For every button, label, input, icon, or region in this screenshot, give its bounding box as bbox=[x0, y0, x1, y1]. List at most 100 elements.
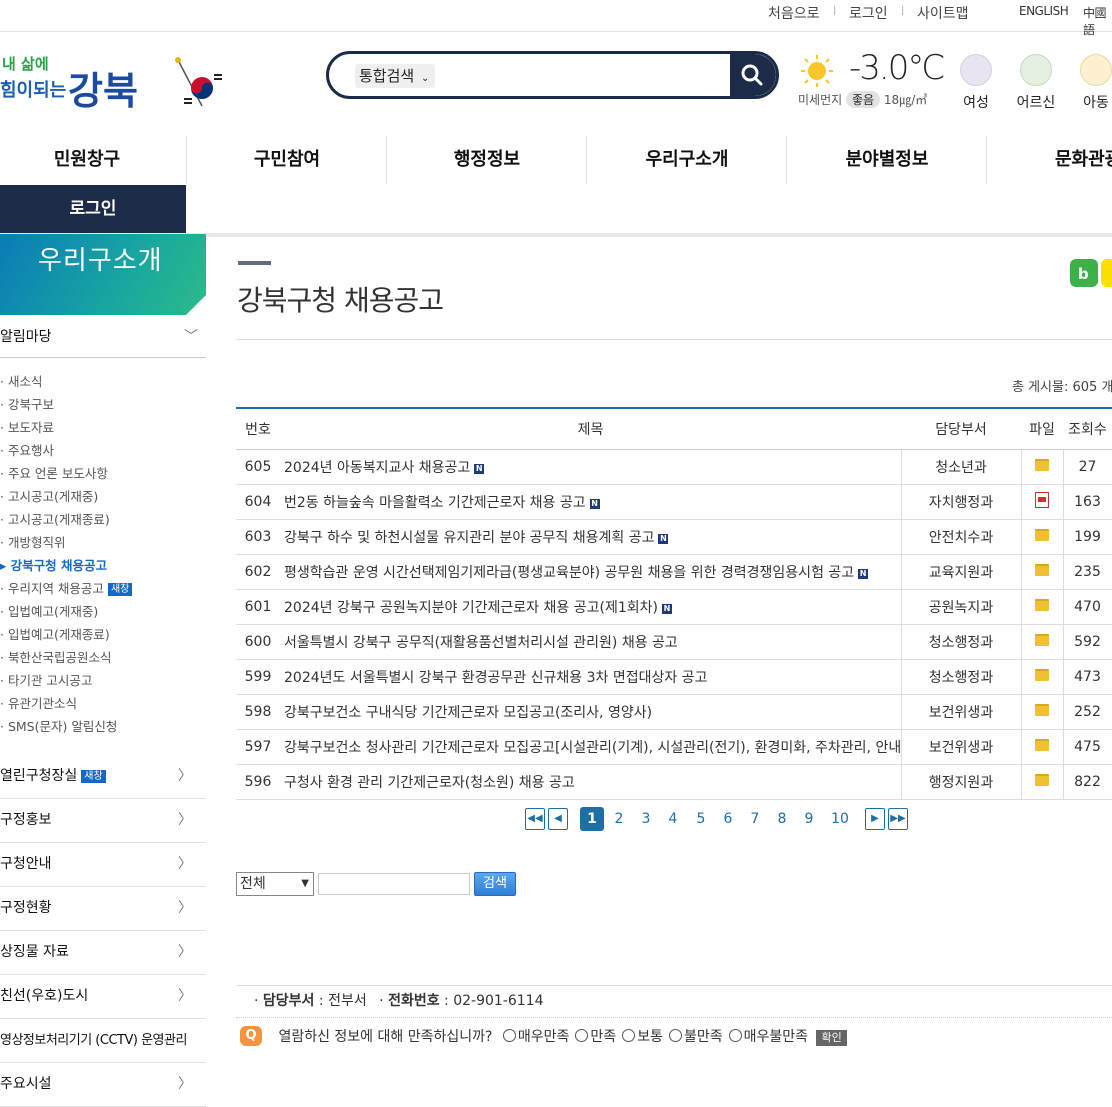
row-title-link[interactable]: 서울특별시 강북구 공무직(재활용품선별처리시설 관리원) 채용 공고 bbox=[284, 635, 678, 651]
login-link[interactable]: 로그인 bbox=[849, 3, 888, 23]
sidebar-item[interactable]: 구정현황〉 bbox=[0, 887, 206, 931]
row-file[interactable] bbox=[1021, 695, 1063, 730]
sidebar-sub-item[interactable]: · 입법예고(게재중) bbox=[0, 601, 98, 620]
row-title-link[interactable]: 2024년도 서울특별시 강북구 환경공무관 신규채용 3차 면접대상자 공고 bbox=[284, 670, 707, 686]
folder-icon bbox=[1035, 459, 1049, 471]
row-title-link[interactable]: 2024년 강북구 공원녹지분야 기간제근로자 채용 공고(제1회차) bbox=[284, 600, 658, 616]
row-file[interactable] bbox=[1021, 625, 1063, 660]
english-link[interactable]: ENGLISH bbox=[1019, 4, 1068, 18]
gnb-item-civil[interactable]: 민원창구 bbox=[0, 136, 187, 184]
survey-option[interactable]: 매우불만족 bbox=[723, 1029, 808, 1045]
page-number[interactable]: 1 bbox=[580, 807, 604, 831]
row-file[interactable] bbox=[1021, 765, 1063, 800]
survey-option[interactable]: 보통 bbox=[616, 1029, 663, 1045]
radio-button[interactable] bbox=[503, 1029, 516, 1042]
survey-option[interactable]: 만족 bbox=[569, 1029, 616, 1045]
row-title-link[interactable]: 강북구 하수 및 하천시설물 유지관리 분야 공무직 채용계획 공고 bbox=[284, 530, 654, 546]
sidebar-sub-item[interactable]: · 고시공고(게재종료) bbox=[0, 509, 110, 528]
row-views: 163 bbox=[1063, 485, 1112, 520]
row-title-link[interactable]: 강북구보건소 청사관리 기간제근로자 모집공고[시설관리(기계), 시설관리(전… bbox=[284, 740, 901, 756]
row-views: 473 bbox=[1063, 660, 1112, 695]
search-button[interactable] bbox=[730, 54, 776, 96]
sidebar-item[interactable]: 상징물 자료〉 bbox=[0, 931, 206, 975]
sidebar-item[interactable]: 구정홍보〉 bbox=[0, 799, 206, 843]
sidebar-sub-item[interactable]: · 고시공고(게재중) bbox=[0, 486, 98, 505]
sidebar-sub-item[interactable]: · 주요행사 bbox=[0, 440, 54, 459]
page-number[interactable]: 5 bbox=[692, 807, 710, 831]
persona-women[interactable]: 여성 bbox=[951, 54, 1001, 112]
row-title-link[interactable]: 강북구보건소 구내식당 기간제근로자 모집공고(조리사, 영양사) bbox=[284, 705, 652, 721]
row-title-link[interactable]: 2024년 아동복지교사 채용공고 bbox=[284, 460, 470, 476]
row-file[interactable] bbox=[1021, 555, 1063, 590]
page-number[interactable]: 10 bbox=[828, 807, 852, 831]
sidebar-sub-item[interactable]: · SMS(문자) 알림신청 bbox=[0, 716, 117, 735]
site-logo[interactable]: 내 삶에 힘이되는 강북 bbox=[0, 44, 150, 124]
page-number[interactable]: 6 bbox=[719, 807, 737, 831]
page-number[interactable]: 7 bbox=[746, 807, 764, 831]
row-title-link[interactable]: 번2동 하늘숲속 마을활력소 기간제근로자 채용 공고 bbox=[284, 495, 586, 511]
row-title-link[interactable]: 구청사 환경 관리 기간제근로자(청소원) 채용 공고 bbox=[284, 775, 575, 791]
sidebar-item[interactable]: 주요시설〉 bbox=[0, 1063, 206, 1107]
row-file[interactable] bbox=[1021, 590, 1063, 625]
sidebar-sub-item[interactable]: · 유관기관소식 bbox=[0, 693, 77, 712]
login-button[interactable]: 로그인 bbox=[0, 185, 186, 233]
survey-confirm-button[interactable]: 확인 bbox=[816, 1030, 846, 1046]
radio-button[interactable] bbox=[575, 1029, 588, 1042]
sitemap-link[interactable]: 사이트맵 bbox=[917, 3, 969, 23]
kakao-share-icon[interactable] bbox=[1101, 259, 1112, 287]
sidebar-item[interactable]: 열린구청장실새창〉 bbox=[0, 755, 206, 799]
page-number[interactable]: 4 bbox=[664, 807, 682, 831]
radio-button[interactable] bbox=[729, 1029, 742, 1042]
gnb-item-fields[interactable]: 분야별정보 bbox=[787, 136, 987, 184]
prev-page-button[interactable]: ◀ bbox=[548, 808, 568, 830]
first-page-button[interactable]: ◀◀ bbox=[525, 808, 545, 830]
sidebar-sub-item[interactable]: · 개방형직위 bbox=[0, 532, 65, 551]
row-file[interactable] bbox=[1021, 660, 1063, 695]
gnb-item-about[interactable]: 우리구소개 bbox=[587, 136, 787, 184]
sidebar-sub-item[interactable]: · 북한산국립공원소식 bbox=[0, 647, 111, 666]
sidebar-sub-item[interactable]: · 입법예고(게재종료) bbox=[0, 624, 110, 643]
sidebar-section-notice[interactable]: 알림마당 ﹀ bbox=[0, 321, 206, 358]
radio-button[interactable] bbox=[669, 1029, 682, 1042]
sidebar-sub-item[interactable]: · 새소식 bbox=[0, 371, 42, 390]
sidebar-sub-item[interactable]: ▸ 강북구청 채용공고 bbox=[0, 555, 107, 574]
sidebar-sub-item[interactable]: · 주요 언론 보도사항 bbox=[0, 463, 108, 482]
survey-option[interactable]: 불만족 bbox=[663, 1029, 723, 1045]
row-file[interactable] bbox=[1021, 730, 1063, 765]
persona-seniors[interactable]: 어르신 bbox=[1011, 54, 1061, 112]
row-file[interactable] bbox=[1021, 485, 1063, 520]
persona-children[interactable]: 아동 bbox=[1071, 54, 1112, 112]
sidebar-item[interactable]: 영상정보처리기기 (CCTV) 운영관리 bbox=[0, 1019, 206, 1063]
row-file[interactable] bbox=[1021, 520, 1063, 555]
sidebar-sub-item[interactable]: · 우리지역 채용공고새창 bbox=[0, 578, 132, 597]
page-number[interactable]: 8 bbox=[773, 807, 791, 831]
sidebar-sub-item[interactable]: · 강북구보 bbox=[0, 394, 54, 413]
page-number[interactable]: 9 bbox=[800, 807, 818, 831]
next-page-button[interactable]: ▶ bbox=[865, 808, 885, 830]
board-table: 번호 제목 담당부서 파일 조회수 6052024년 아동복지교사 채용공고N청… bbox=[236, 407, 1112, 800]
survey-option[interactable]: 매우만족 bbox=[497, 1029, 570, 1045]
search-field-select[interactable]: 전체 ▼ bbox=[236, 872, 314, 896]
keyword-input[interactable] bbox=[318, 873, 470, 895]
gnb-item-participation[interactable]: 구민참여 bbox=[187, 136, 387, 184]
page-number[interactable]: 3 bbox=[637, 807, 655, 831]
search-scope-select[interactable]: 통합검색 ⌄ bbox=[355, 64, 435, 88]
chinese-link[interactable]: 中國語 bbox=[1083, 4, 1112, 38]
gnb-item-culture[interactable]: 문화관광 bbox=[1000, 136, 1112, 184]
gnb-item-admin[interactable]: 행정정보 bbox=[387, 136, 587, 184]
sidebar-sub-item[interactable]: · 타기관 고시공고 bbox=[0, 670, 92, 689]
search-input[interactable] bbox=[449, 62, 733, 92]
sidebar-sub-item[interactable]: · 보도자료 bbox=[0, 417, 54, 436]
row-file[interactable] bbox=[1021, 450, 1063, 485]
page-number[interactable]: 2 bbox=[610, 807, 628, 831]
radio-button[interactable] bbox=[622, 1029, 635, 1042]
row-title-link[interactable]: 평생학습관 운영 시간선택제임기제라급(평생교육분야) 공무원 채용을 위한 경… bbox=[284, 565, 854, 581]
row-number: 597 bbox=[236, 730, 280, 765]
band-share-icon[interactable]: b bbox=[1070, 259, 1098, 287]
sidebar-item[interactable]: 구청안내〉 bbox=[0, 843, 206, 887]
board-search-button[interactable]: 검색 bbox=[474, 872, 516, 896]
home-link[interactable]: 처음으로 bbox=[768, 3, 820, 23]
folder-icon bbox=[1035, 599, 1049, 611]
sidebar-item[interactable]: 친선(우호)도시〉 bbox=[0, 975, 206, 1019]
last-page-button[interactable]: ▶▶ bbox=[888, 808, 908, 830]
